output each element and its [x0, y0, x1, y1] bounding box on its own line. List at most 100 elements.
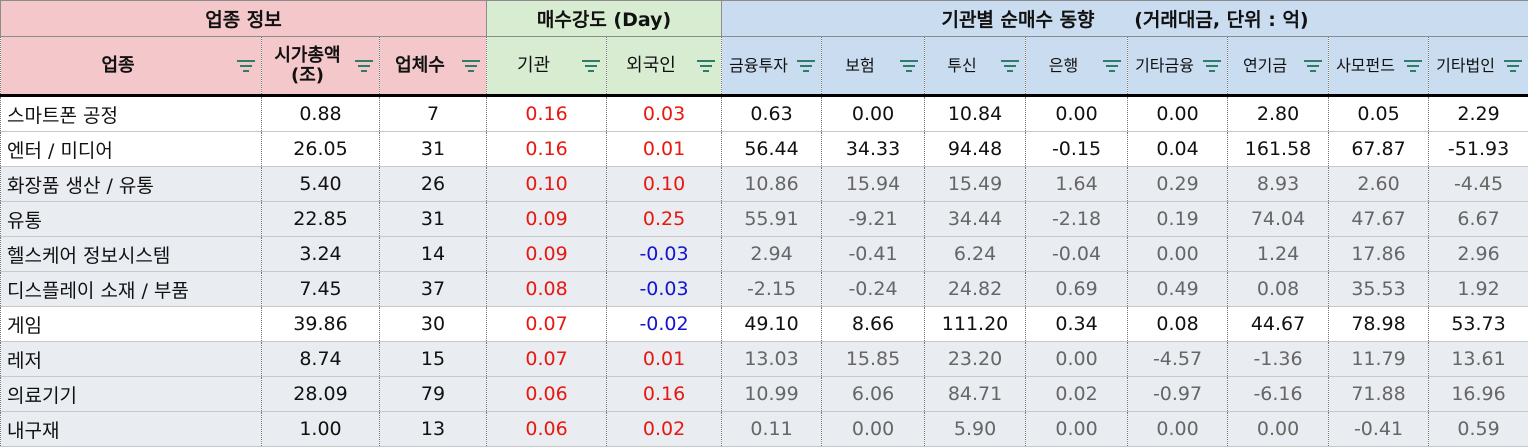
sector-name-cell: 화장품 생산 / 유통	[1, 167, 262, 202]
sector-name-cell: 레저	[1, 342, 262, 377]
cell-pension: -6.16	[1228, 377, 1329, 412]
filter-icon[interactable]	[354, 59, 374, 73]
filter-icon[interactable]	[796, 59, 816, 73]
table-row[interactable]: 내구재1.00130.060.020.110.005.900.000.000.0…	[1, 412, 1528, 447]
cell-bank: 0.00	[1026, 412, 1128, 447]
filter-icon[interactable]	[1000, 59, 1020, 73]
cell-pension: -1.36	[1228, 342, 1329, 377]
cell-inst: 0.09	[487, 237, 607, 272]
sector-name-cell: 엔터 / 미디어	[1, 132, 262, 167]
cell-trust: 84.71	[925, 377, 1026, 412]
cell-fin: 55.91	[722, 202, 822, 237]
table-row[interactable]: 화장품 생산 / 유통5.40260.100.1010.8615.9415.49…	[1, 167, 1528, 202]
cell-etcfin: -0.97	[1128, 377, 1228, 412]
filter-icon[interactable]	[696, 59, 716, 73]
cell-count: 31	[380, 132, 487, 167]
cell-bank: -0.15	[1026, 132, 1128, 167]
filter-icon[interactable]	[1403, 59, 1423, 73]
table-row[interactable]: 유통22.85310.090.2555.91-9.2134.44-2.180.1…	[1, 202, 1528, 237]
cell-pef: 78.98	[1329, 307, 1429, 342]
column-header-sector: 업종	[1, 37, 262, 96]
cell-ins: -0.24	[822, 272, 925, 307]
cell-foreign: 0.02	[607, 412, 722, 447]
column-header-label: 투신	[947, 57, 976, 75]
table-body: 스마트폰 공정0.8870.160.030.630.0010.840.000.0…	[1, 96, 1528, 447]
table-row[interactable]: 레저8.74150.070.0113.0315.8523.200.00-4.57…	[1, 342, 1528, 377]
cell-pension: 0.00	[1228, 412, 1329, 447]
cell-etccorp: 2.29	[1429, 96, 1528, 132]
cell-etccorp: 0.59	[1429, 412, 1528, 447]
cell-etccorp: -51.93	[1429, 132, 1528, 167]
filter-icon[interactable]	[899, 59, 919, 73]
cell-etcfin: 0.08	[1128, 307, 1228, 342]
cell-etcfin: -4.57	[1128, 342, 1228, 377]
cell-foreign: -0.03	[607, 237, 722, 272]
table-row[interactable]: 스마트폰 공정0.8870.160.030.630.0010.840.000.0…	[1, 96, 1528, 132]
cell-mktcap: 1.00	[262, 412, 380, 447]
column-header-label: 보험	[845, 57, 874, 75]
cell-mktcap: 26.05	[262, 132, 380, 167]
cell-pension: 74.04	[1228, 202, 1329, 237]
cell-etccorp: 1.92	[1429, 272, 1528, 307]
sector-name-cell: 유통	[1, 202, 262, 237]
cell-bank: -2.18	[1026, 202, 1128, 237]
cell-count: 13	[380, 412, 487, 447]
column-header-label: 연기금	[1243, 57, 1287, 75]
cell-fin: -2.15	[722, 272, 822, 307]
cell-ins: -9.21	[822, 202, 925, 237]
table-row[interactable]: 게임39.86300.07-0.0249.108.66111.200.340.0…	[1, 307, 1528, 342]
cell-mktcap: 39.86	[262, 307, 380, 342]
cell-foreign: 0.10	[607, 167, 722, 202]
column-header-label: 사모펀드	[1336, 57, 1395, 75]
cell-pension: 161.58	[1228, 132, 1329, 167]
cell-pef: -0.41	[1329, 412, 1429, 447]
sector-name-cell: 디스플레이 소재 / 부품	[1, 272, 262, 307]
cell-pef: 11.79	[1329, 342, 1429, 377]
cell-trust: 15.49	[925, 167, 1026, 202]
cell-count: 7	[380, 96, 487, 132]
group-header-institution-flow: 기관별 순매수 동향 (거래대금, 단위 : 억)	[722, 1, 1528, 37]
cell-bank: 0.34	[1026, 307, 1128, 342]
column-header-bank: 은행	[1026, 37, 1128, 96]
cell-fin: 0.63	[722, 96, 822, 132]
cell-etccorp: -4.45	[1429, 167, 1528, 202]
cell-trust: 94.48	[925, 132, 1026, 167]
table-row[interactable]: 디스플레이 소재 / 부품7.45370.08-0.03-2.15-0.2424…	[1, 272, 1528, 307]
cell-pef: 2.60	[1329, 167, 1429, 202]
filter-icon[interactable]	[1202, 59, 1222, 73]
filter-icon[interactable]	[236, 59, 256, 73]
filter-icon[interactable]	[1102, 59, 1122, 73]
table-row[interactable]: 헬스케어 정보시스템3.24140.09-0.032.94-0.416.24-0…	[1, 237, 1528, 272]
column-header-inst: 기관	[487, 37, 607, 96]
cell-etcfin: 0.00	[1128, 237, 1228, 272]
filter-icon[interactable]	[461, 59, 481, 73]
column-header-label: 기관	[517, 56, 550, 76]
filter-icon[interactable]	[581, 59, 601, 73]
cell-mktcap: 3.24	[262, 237, 380, 272]
cell-etccorp: 6.67	[1429, 202, 1528, 237]
group-header-buy-strength: 매수강도 (Day)	[487, 1, 722, 37]
sector-name-cell: 게임	[1, 307, 262, 342]
cell-etcfin: 0.19	[1128, 202, 1228, 237]
cell-fin: 56.44	[722, 132, 822, 167]
cell-bank: 0.00	[1026, 96, 1128, 132]
cell-fin: 49.10	[722, 307, 822, 342]
cell-pef: 67.87	[1329, 132, 1429, 167]
column-header-trust: 투신	[925, 37, 1026, 96]
table-row[interactable]: 의료기기28.09790.060.1610.996.0684.710.02-0.…	[1, 377, 1528, 412]
cell-pef: 71.88	[1329, 377, 1429, 412]
table-row[interactable]: 엔터 / 미디어26.05310.160.0156.4434.3394.48-0…	[1, 132, 1528, 167]
cell-pef: 17.86	[1329, 237, 1429, 272]
cell-pension: 44.67	[1228, 307, 1329, 342]
cell-fin: 10.99	[722, 377, 822, 412]
cell-inst: 0.09	[487, 202, 607, 237]
cell-trust: 5.90	[925, 412, 1026, 447]
cell-ins: 6.06	[822, 377, 925, 412]
cell-mktcap: 22.85	[262, 202, 380, 237]
column-header-fin: 금융투자	[722, 37, 822, 96]
cell-etccorp: 13.61	[1429, 342, 1528, 377]
filter-icon[interactable]	[1303, 59, 1323, 73]
cell-etcfin: 0.00	[1128, 96, 1228, 132]
cell-foreign: 0.03	[607, 96, 722, 132]
filter-icon[interactable]	[1503, 59, 1523, 73]
